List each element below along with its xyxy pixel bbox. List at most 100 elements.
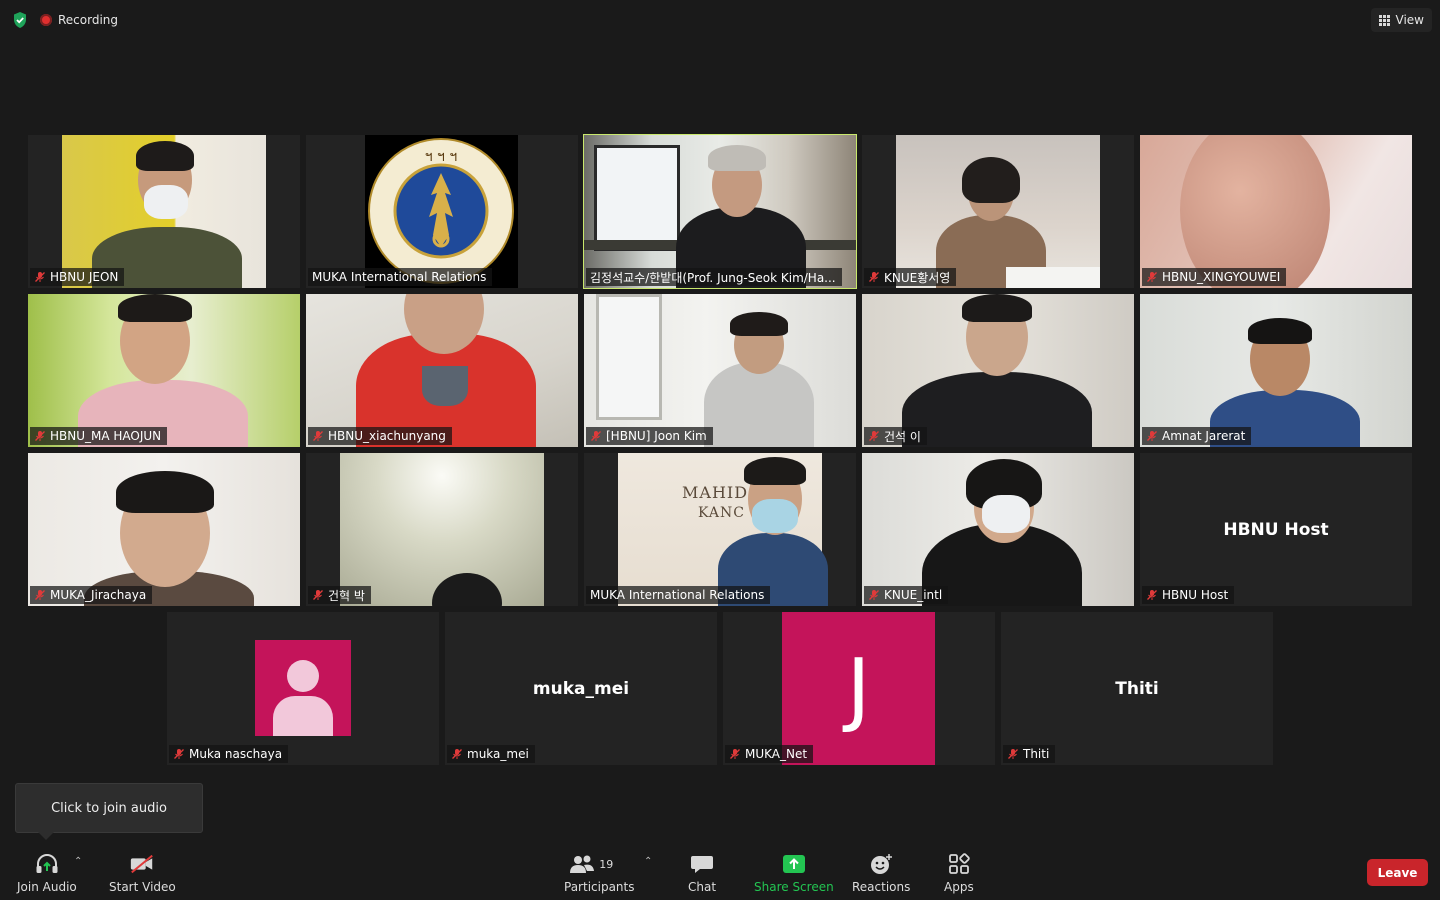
participant-video (584, 135, 856, 288)
video-tile-hbnu-host[interactable]: HBNU Host HBNU Host (1140, 453, 1412, 606)
start-video-button[interactable]: Start Video (109, 852, 176, 894)
participant-video (1140, 294, 1412, 447)
recording-label: Recording (58, 13, 119, 27)
participant-video (1140, 135, 1412, 288)
initial-avatar: J (782, 612, 935, 765)
join-audio-button[interactable]: Join Audio (17, 852, 77, 894)
video-tile-muka-international-relations-2[interactable]: MAHID KANC MUKA International Relations (584, 453, 856, 606)
chat-label: Chat (688, 880, 717, 894)
chat-button[interactable]: Chat (688, 852, 716, 894)
mic-muted-icon (869, 590, 879, 600)
mic-muted-icon (313, 590, 323, 600)
participant-name-tag: HBNU JEON (30, 268, 125, 286)
apps-icon (948, 853, 970, 874)
mic-muted-icon (869, 431, 879, 441)
mic-muted-icon (313, 431, 323, 441)
video-tile-knue-intl[interactable]: KNUE_intl (862, 453, 1134, 606)
recording-indicator[interactable]: Recording (40, 10, 118, 30)
share-screen-label: Share Screen (754, 880, 834, 894)
participant-video (862, 294, 1134, 447)
participant-name-tag: HBNU Host (1142, 586, 1235, 604)
participants-options-chevron-icon[interactable]: ⌃ (644, 856, 652, 867)
participant-video (896, 135, 1100, 288)
participant-name-tag: muka_mei (447, 745, 535, 763)
mic-muted-icon (1008, 749, 1018, 759)
video-tile-hbnu-xiachunyang[interactable]: HBNU_xiachunyang (306, 294, 578, 447)
participant-name-tag: MUKA International Relations (586, 586, 771, 604)
video-tile-muka-net[interactable]: J MUKA_Net (723, 612, 995, 765)
leave-button[interactable]: Leave (1367, 859, 1428, 886)
participant-name-tag: 건석 이 (864, 427, 927, 445)
participant-count: 19 (599, 857, 614, 871)
participant-name-tag: KNUE황서영 (864, 268, 957, 286)
video-tile-amnat-jarerat[interactable]: Amnat Jarerat (1140, 294, 1412, 447)
participant-name-tag: HBNU_xiachunyang (308, 427, 452, 445)
video-tile-geonseok[interactable]: 건석 이 (862, 294, 1134, 447)
join-audio-tooltip: Click to join audio (15, 783, 203, 840)
view-button[interactable]: View (1370, 8, 1432, 32)
mic-muted-icon (1147, 272, 1157, 282)
participant-video: MAHID KANC (618, 453, 828, 606)
reactions-label: Reactions (852, 880, 911, 894)
participant-display-name: Thiti (1115, 678, 1159, 699)
participants-icon (570, 855, 595, 873)
mic-muted-icon (869, 272, 879, 282)
share-screen-button[interactable]: Share Screen (754, 852, 834, 894)
video-tile-geonhyeok[interactable]: 건혁 박 (306, 453, 578, 606)
mahidol-university-seal-logo: ฯ ฯ ฯ (368, 138, 514, 284)
participant-name-tag: MUKA International Relations (308, 268, 493, 286)
security-shield-icon[interactable] (10, 10, 30, 30)
headphones-icon (36, 854, 58, 873)
gallery-grid-icon (1378, 14, 1390, 26)
video-tile-hbnu-ma-haojun[interactable]: HBNU_MA HAOJUN (28, 294, 300, 447)
participant-name-tag: KNUE_intl (864, 586, 949, 604)
join-audio-label: Join Audio (17, 880, 77, 894)
video-tile-thiti[interactable]: Thiti Thiti (1001, 612, 1273, 765)
participant-name-tag: HBNU_XINGYOUWEI (1142, 268, 1287, 286)
mic-muted-icon (1147, 590, 1157, 600)
participant-video (62, 135, 266, 288)
reactions-button[interactable]: Reactions (852, 852, 910, 894)
participant-name-tag: 김정석교수/한밭대(Prof. Jung-Seok Kim/Ha... (586, 268, 842, 286)
participant-name-tag: MUKA_Net (725, 745, 814, 763)
participant-name-tag: [HBNU] Joon Kim (586, 427, 713, 445)
mic-muted-icon (730, 749, 740, 759)
participants-button[interactable]: 19 Participants (564, 852, 635, 894)
video-tile-muka-jirachaya[interactable]: MUKA_Jirachaya (28, 453, 300, 606)
participant-video (862, 453, 1134, 606)
mic-muted-icon (35, 272, 45, 282)
apps-button[interactable]: Apps (944, 852, 974, 894)
share-screen-icon (782, 855, 805, 873)
video-tile-muka-mei[interactable]: muka_mei muka_mei (445, 612, 717, 765)
mic-muted-icon (452, 749, 462, 759)
video-tile-knue-hwang[interactable]: KNUE황서영 (862, 135, 1134, 288)
participant-video (340, 453, 544, 606)
apps-label: Apps (944, 880, 974, 894)
mic-muted-icon (591, 431, 601, 441)
video-camera-off-icon (131, 854, 154, 874)
view-label: View (1395, 13, 1424, 27)
participant-video (28, 453, 300, 606)
participant-display-name: HBNU Host (1223, 519, 1329, 540)
mic-muted-icon (35, 590, 45, 600)
participant-name-tag: Muka naschaya (169, 745, 289, 763)
participant-display-name: muka_mei (532, 678, 630, 699)
recording-dot-icon (40, 14, 52, 26)
video-tile-joon-kim[interactable]: [HBNU] Joon Kim (584, 294, 856, 447)
mic-muted-icon (35, 431, 45, 441)
video-tile-prof-kim-active-speaker[interactable]: 김정석교수/한밭대(Prof. Jung-Seok Kim/Ha... (583, 134, 857, 289)
participant-name-tag: MUKA_Jirachaya (30, 586, 153, 604)
mic-muted-icon (1147, 431, 1157, 441)
svg-text:ฯ ฯ ฯ: ฯ ฯ ฯ (425, 149, 457, 165)
video-tile-hbnu-xingyouwei[interactable]: HBNU_XINGYOUWEI (1140, 135, 1412, 288)
participant-video (584, 294, 856, 447)
chat-bubble-icon (691, 856, 714, 873)
audio-options-chevron-icon[interactable]: ⌃ (74, 856, 82, 867)
participant-name-tag: 건혁 박 (308, 586, 371, 604)
start-video-label: Start Video (109, 880, 176, 894)
video-tile-hbnu-jeon[interactable]: HBNU JEON (28, 135, 300, 288)
video-tile-muka-naschaya[interactable]: Muka naschaya (167, 612, 439, 765)
participants-label: Participants (564, 880, 635, 894)
reactions-smiley-icon (871, 854, 893, 874)
video-tile-muka-international-relations[interactable]: ฯ ฯ ฯ MUKA International Relations (306, 135, 578, 288)
